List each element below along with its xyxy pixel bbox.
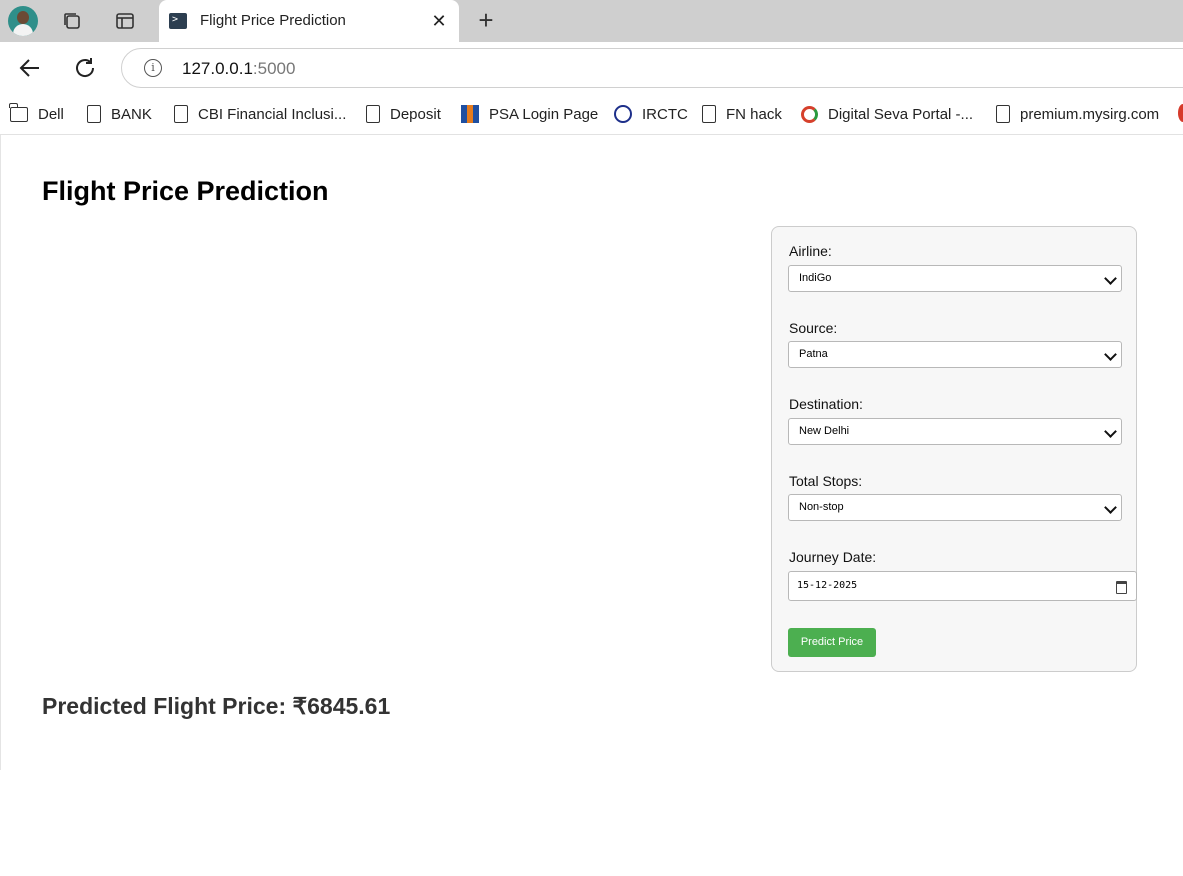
page-icon	[87, 105, 101, 123]
url-text: 127.0.0.1:5000	[182, 59, 296, 78]
folder-icon	[9, 102, 28, 122]
digital-seva-icon	[801, 105, 818, 123]
address-bar[interactable]: i 127.0.0.1:5000	[121, 48, 1183, 88]
browser-toolbar: i 127.0.0.1:5000	[0, 42, 1183, 94]
destination-value: New Delhi	[799, 425, 850, 437]
workspaces-icon[interactable]	[60, 9, 84, 33]
bookmark-overflow-icon[interactable]	[1178, 104, 1183, 122]
bookmarks-bar: Dell BANK CBI Financial Inclusi... Depos…	[0, 94, 1183, 135]
airline-label: Airline:	[789, 243, 832, 259]
destination-label: Destination:	[789, 396, 863, 412]
bookmark-bank[interactable]: BANK	[87, 103, 152, 125]
irctc-icon	[614, 105, 632, 123]
prediction-form: Airline: IndiGo Source: Patna Destinatio…	[771, 226, 1137, 672]
reload-icon[interactable]	[73, 56, 97, 80]
bookmark-mysirg[interactable]: premium.mysirg.com	[996, 103, 1159, 125]
terminal-favicon-icon	[169, 13, 187, 29]
page-icon	[996, 105, 1010, 123]
chevron-down-icon	[1104, 272, 1117, 285]
page-icon	[702, 105, 716, 123]
bookmark-digital-seva[interactable]: Digital Seva Portal -...	[801, 103, 973, 125]
journey-date-input[interactable]: 15-12-2025	[788, 571, 1137, 601]
calendar-icon[interactable]	[1116, 581, 1127, 594]
bookmark-cbi[interactable]: CBI Financial Inclusi...	[174, 103, 346, 125]
stops-label: Total Stops:	[789, 473, 863, 489]
back-arrow-icon[interactable]	[18, 56, 42, 80]
tab-actions-icon[interactable]	[113, 9, 137, 33]
profile-avatar[interactable]	[8, 6, 38, 36]
source-select[interactable]: Patna	[788, 341, 1122, 368]
predict-price-button[interactable]: Predict Price	[788, 628, 876, 657]
airline-value: IndiGo	[799, 272, 832, 284]
new-tab-button[interactable]: +	[474, 7, 498, 33]
psa-icon	[461, 105, 479, 123]
page-icon	[174, 105, 188, 123]
stops-value: Non-stop	[799, 501, 844, 513]
stops-select[interactable]: Non-stop	[788, 494, 1122, 521]
tab-title: Flight Price Prediction	[200, 12, 346, 29]
bookmark-dell[interactable]: Dell	[9, 102, 64, 125]
chevron-down-icon	[1104, 348, 1117, 361]
close-icon[interactable]: ✕	[429, 11, 449, 31]
chevron-down-icon	[1104, 425, 1117, 438]
source-value: Patna	[799, 348, 828, 360]
bookmark-deposit[interactable]: Deposit	[366, 103, 441, 125]
page-title: Flight Price Prediction	[42, 176, 329, 206]
airline-select[interactable]: IndiGo	[788, 265, 1122, 292]
active-tab[interactable]: Flight Price Prediction ✕	[159, 0, 459, 42]
tab-strip: Flight Price Prediction ✕ +	[0, 0, 1183, 42]
page-icon	[366, 105, 380, 123]
bookmark-psa[interactable]: PSA Login Page	[461, 103, 598, 125]
predicted-price-text: Predicted Flight Price: ₹6845.61	[42, 693, 391, 719]
journey-date-value: 15-12-2025	[797, 580, 858, 591]
destination-select[interactable]: New Delhi	[788, 418, 1122, 445]
bookmark-irctc[interactable]: IRCTC	[614, 103, 688, 125]
bookmark-fn-hack[interactable]: FN hack	[702, 103, 782, 125]
site-info-icon[interactable]: i	[144, 59, 162, 77]
page-border	[0, 135, 1, 770]
journey-date-label: Journey Date:	[789, 549, 877, 565]
chevron-down-icon	[1104, 501, 1117, 514]
source-label: Source:	[789, 320, 838, 336]
